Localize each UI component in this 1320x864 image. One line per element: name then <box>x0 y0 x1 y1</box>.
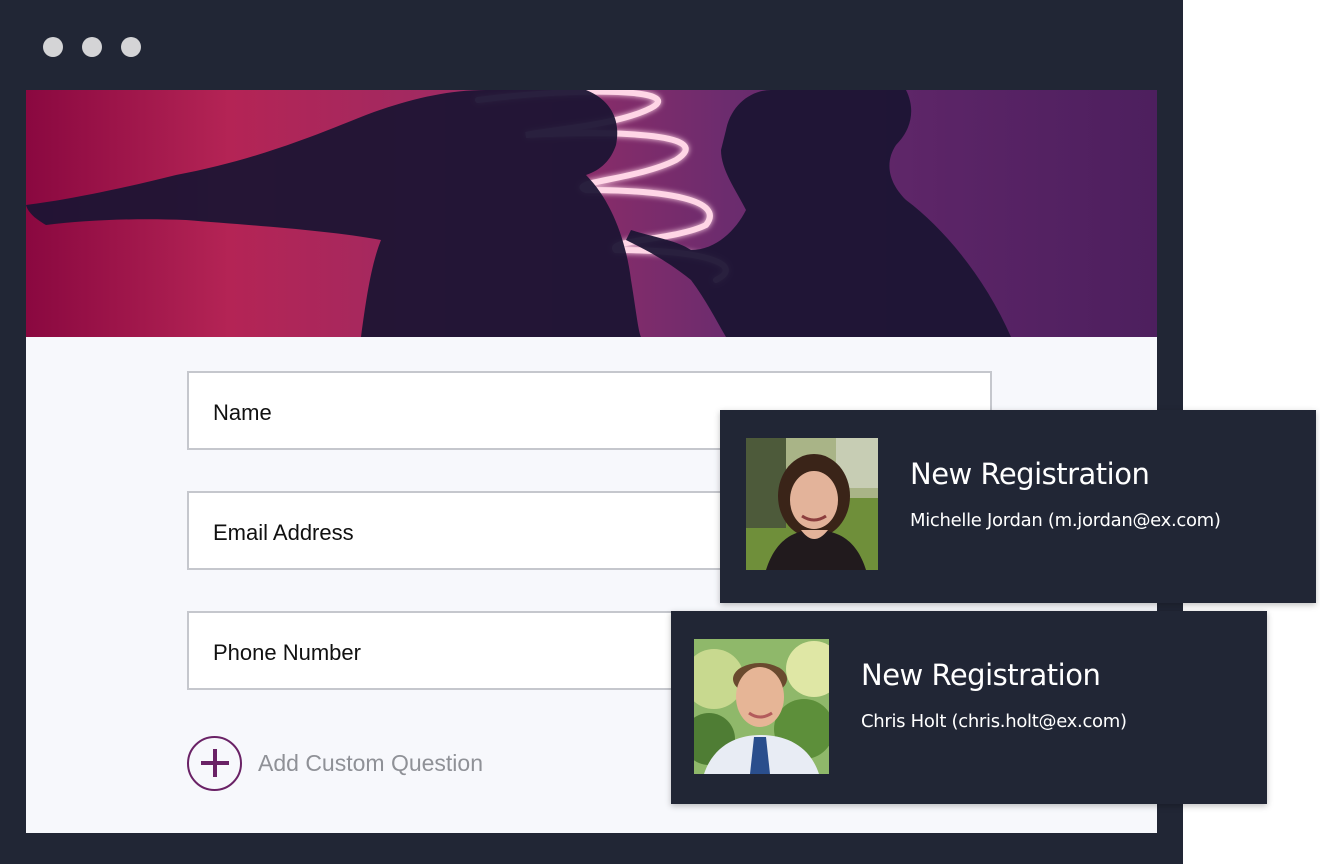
window-close-dot[interactable] <box>43 37 63 57</box>
registration-notification[interactable]: New Registration Chris Holt (chris.holt@… <box>671 611 1267 804</box>
add-custom-question-label: Add Custom Question <box>258 749 484 776</box>
add-custom-question-button[interactable]: Add Custom Question <box>187 733 483 793</box>
email-field-label: Email Address <box>213 520 354 545</box>
avatar <box>694 639 829 774</box>
notification-title: New Registration <box>910 457 1150 491</box>
registration-notification[interactable]: New Registration Michelle Jordan (m.jord… <box>720 410 1316 603</box>
notification-title: New Registration <box>861 658 1101 692</box>
phone-field-label: Phone Number <box>213 640 361 665</box>
banner-illustration <box>26 90 1011 337</box>
notification-detail: Michelle Jordan (m.jordan@ex.com) <box>910 510 1221 531</box>
event-banner-image <box>26 90 1157 337</box>
window-minimize-dot[interactable] <box>82 37 102 57</box>
plus-circle-icon[interactable] <box>187 735 242 791</box>
name-field-label: Name <box>213 400 272 425</box>
window-maximize-dot[interactable] <box>121 37 141 57</box>
chris-holt-photo <box>694 639 829 774</box>
avatar <box>746 438 878 570</box>
notification-detail: Chris Holt (chris.holt@ex.com) <box>861 711 1127 732</box>
michelle-jordan-photo <box>746 438 878 570</box>
